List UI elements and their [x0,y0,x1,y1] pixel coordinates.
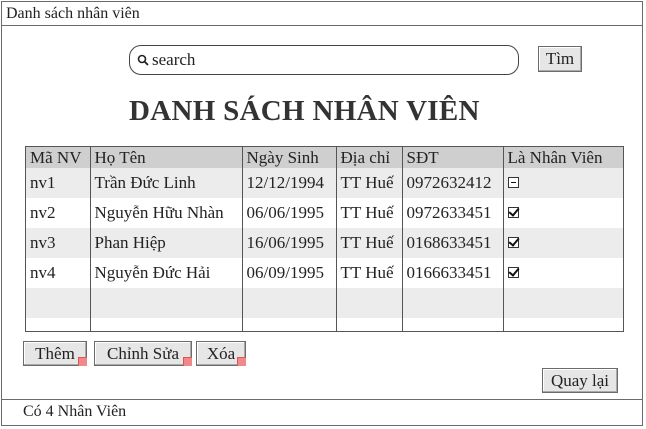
delete-button[interactable]: Xóa [196,341,246,366]
cell-ho-ten: Nguyễn Hữu Nhàn [90,198,243,228]
column-header-sdt[interactable]: SĐT [402,147,504,168]
cell-ma-nv: nv4 [26,258,91,288]
employee-checkbox[interactable] [507,207,519,219]
cell-dia-chi: TT Huế [336,198,403,228]
cell-la-nhan-vien [503,198,623,228]
employee-table[interactable]: Mã NV Họ Tên Ngày Sinh Địa chỉ SĐT Là Nh… [25,146,624,332]
search-button[interactable]: Tìm [538,46,582,72]
empty-row [26,288,623,318]
cell-dia-chi: TT Huế [336,168,403,198]
back-button-label: Quay lại [550,371,610,390]
table-row[interactable]: nv3 Phan Hiệp 16/06/1995 TT Huế 01686334… [26,228,623,258]
employee-count: Có 4 Nhân Viên [23,403,127,420]
search-box[interactable] [129,45,519,75]
table-row[interactable]: nv4 Nguyễn Đức Hải 06/09/1995 TT Huế 016… [26,258,623,288]
cell-ngay-sinh: 06/09/1995 [242,258,337,288]
employee-checkbox[interactable] [507,237,519,249]
window-title: Danh sách nhân viên [6,5,140,22]
cell-ngay-sinh: 16/06/1995 [242,228,337,258]
column-header-ngay-sinh[interactable]: Ngày Sinh [242,147,337,168]
empty-row [26,318,623,331]
status-bar: Có 4 Nhân Viên [2,399,642,425]
table-header-row: Mã NV Họ Tên Ngày Sinh Địa chỉ SĐT Là Nh… [26,147,623,168]
column-header-la-nhan-vien[interactable]: Là Nhân Viên [503,147,623,168]
employee-checkbox[interactable] [507,177,519,189]
cell-ma-nv: nv2 [26,198,91,228]
delete-button-label: Xóa [206,344,236,363]
cell-dia-chi: TT Huế [336,258,403,288]
cell-la-nhan-vien [503,258,623,288]
back-button[interactable]: Quay lại [542,368,618,393]
table-row[interactable]: nv1 Trần Đức Linh 12/12/1994 TT Huế 0972… [26,168,623,198]
cell-sdt: 0168633451 [402,228,504,258]
cell-ngay-sinh: 12/12/1994 [242,168,337,198]
page-title: DANH SÁCH NHÂN VIÊN [129,95,480,127]
search-icon [137,54,149,66]
add-button-label: Thêm [35,344,75,363]
cell-la-nhan-vien [503,228,623,258]
column-header-ho-ten[interactable]: Họ Tên [90,147,243,168]
cell-ho-ten: Phan Hiệp [90,228,243,258]
cell-sdt: 0166633451 [402,258,504,288]
edit-button[interactable]: Chỉnh Sửa [94,341,192,366]
cell-ngay-sinh: 06/06/1995 [242,198,337,228]
edit-button-label: Chỉnh Sửa [106,344,180,363]
cell-sdt: 0972632412 [402,168,504,198]
app-window: Danh sách nhân viên Tìm DANH SÁCH NHÂN V… [1,1,643,426]
cell-ma-nv: nv3 [26,228,91,258]
column-header-ma-nv[interactable]: Mã NV [26,147,91,168]
cell-dia-chi: TT Huế [336,228,403,258]
column-header-dia-chi[interactable]: Địa chỉ [336,147,403,168]
search-button-label: Tìm [545,49,575,68]
table-row[interactable]: nv2 Nguyễn Hữu Nhàn 06/06/1995 TT Huế 09… [26,198,623,228]
cell-ma-nv: nv1 [26,168,91,198]
corner-marker [237,357,246,366]
title-bar: Danh sách nhân viên [2,2,642,26]
cell-ho-ten: Nguyễn Đức Hải [90,258,243,288]
cell-la-nhan-vien [503,168,623,198]
cell-ho-ten: Trần Đức Linh [90,168,243,198]
corner-marker [183,357,192,366]
cell-sdt: 0972633451 [402,198,504,228]
employee-checkbox[interactable] [507,267,519,279]
search-input[interactable] [152,49,502,71]
add-button[interactable]: Thêm [23,341,87,366]
corner-marker [78,357,87,366]
